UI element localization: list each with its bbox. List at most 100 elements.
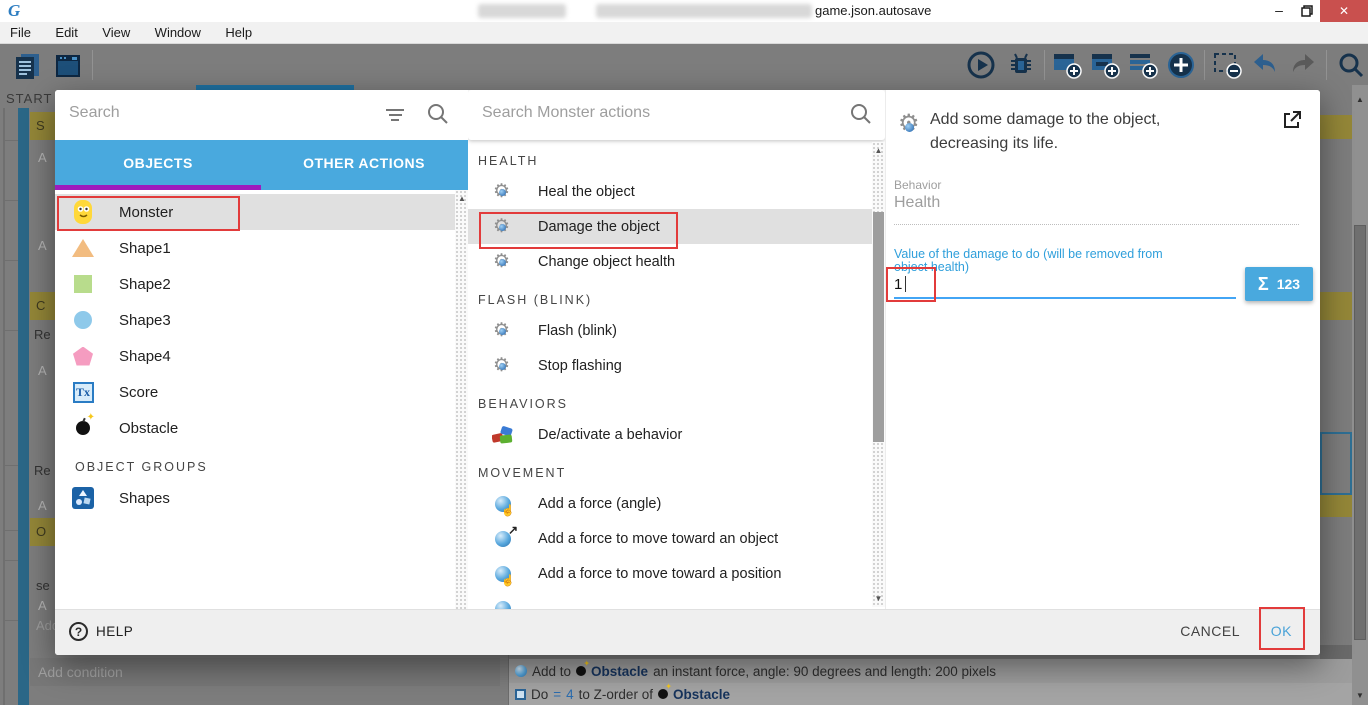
action-item-partial[interactable]	[468, 591, 872, 609]
add-circle-icon[interactable]	[1166, 50, 1196, 85]
action-row[interactable]: Add to ✦ Obstacle an instant force, angl…	[509, 659, 1352, 683]
scrollbar-thumb[interactable]	[1354, 225, 1366, 640]
objects-list: Monster Shape1 Shape2 Shape3 Shape4 Tx S…	[55, 190, 455, 516]
expression-123-label: 123	[1277, 276, 1300, 292]
close-button[interactable]: ✕	[1320, 0, 1368, 22]
action-item[interactable]: De/activate a behavior	[468, 417, 872, 452]
objects-search-box	[55, 90, 467, 140]
object-name: Obstacle	[591, 664, 648, 679]
objects-tab-bar: OBJECTS OTHER ACTIONS	[55, 140, 472, 190]
gear-icon: ⚙	[490, 182, 516, 202]
search-icon[interactable]	[850, 103, 872, 130]
force-icon: ☝	[490, 566, 516, 582]
action-item[interactable]: ☝ Add a force to move toward a position	[468, 556, 872, 591]
debug-icon[interactable]	[1006, 50, 1036, 85]
event-text-fragment: S	[36, 118, 45, 133]
pentagon-icon	[69, 347, 97, 366]
list-item-monster[interactable]: Monster	[55, 194, 455, 230]
menu-view[interactable]: View	[92, 22, 140, 40]
menu-window[interactable]: Window	[145, 22, 211, 40]
redo-icon[interactable]	[1288, 50, 1318, 85]
undo-icon[interactable]	[1250, 50, 1280, 85]
search-icon[interactable]	[427, 103, 449, 130]
section-header: BEHAVIORS	[468, 383, 872, 417]
help-button[interactable]: ? HELP	[69, 622, 133, 641]
action-text: Add to	[532, 664, 571, 679]
event-header-block	[1320, 292, 1352, 320]
scroll-up-icon[interactable]: ▲	[455, 194, 469, 203]
actions-search-input[interactable]	[480, 103, 820, 123]
action-item[interactable]: ↗ Add a force to move toward an object	[468, 521, 872, 556]
event-text-fragment: O	[36, 524, 46, 539]
remove-event-icon[interactable]	[1212, 50, 1244, 85]
list-item-score[interactable]: Tx Score	[55, 374, 455, 410]
help-icon: ?	[69, 622, 88, 641]
add-condition-label: Add condition	[38, 664, 123, 680]
action-item[interactable]: ☝ Add a force (angle)	[468, 486, 872, 521]
project-manager-icon[interactable]	[12, 50, 44, 87]
menu-edit[interactable]: Edit	[45, 22, 87, 40]
scroll-up-icon[interactable]: ▲	[1353, 95, 1367, 104]
scrollbar-thumb[interactable]	[873, 212, 884, 442]
list-item-shape1[interactable]: Shape1	[55, 230, 455, 266]
play-icon[interactable]	[966, 50, 996, 85]
menu-file[interactable]: File	[0, 22, 41, 40]
list-item-shapes-group[interactable]: Shapes	[55, 480, 455, 516]
add-comment-icon[interactable]	[1128, 50, 1160, 85]
actions-scrollbar[interactable]: ▲ ▼	[872, 142, 885, 607]
actions-panel: HEALTH ⚙ Heal the object ⚙ Damage the ob…	[468, 90, 885, 609]
behavior-field[interactable]: Health	[894, 194, 1299, 225]
force-icon: ☝	[490, 496, 516, 512]
expression-editor-button[interactable]: Σ 123	[1245, 267, 1313, 301]
add-subevent-icon[interactable]	[1090, 50, 1122, 85]
scroll-down-icon[interactable]: ▼	[1353, 691, 1367, 700]
bomb-icon: ✦	[69, 421, 97, 435]
event-text-fragment: C	[36, 298, 45, 313]
gear-icon: ⚙	[490, 217, 516, 237]
event-text-fragment: A	[38, 238, 47, 253]
objects-scrollbar[interactable]: ▲	[455, 190, 469, 609]
tab-objects[interactable]: OBJECTS	[55, 140, 261, 185]
list-item-shape3[interactable]: Shape3	[55, 302, 455, 338]
gear-icon: ⚙	[490, 321, 516, 341]
action-item-selected[interactable]: ⚙ Damage the object	[468, 209, 872, 244]
sigma-icon: Σ	[1258, 274, 1269, 295]
search-events-icon[interactable]	[1336, 50, 1366, 85]
scroll-down-icon[interactable]: ▼	[872, 594, 885, 603]
damage-value-input[interactable]	[894, 274, 1236, 299]
objects-search-input[interactable]	[67, 103, 367, 123]
event-text-fragment: Re	[34, 463, 51, 478]
force-icon	[490, 601, 516, 610]
operator: =	[553, 687, 561, 702]
force-toward-object-icon: ↗	[490, 531, 516, 547]
minimize-button[interactable]: –	[1266, 0, 1292, 22]
scroll-up-icon[interactable]: ▲	[872, 146, 885, 155]
cancel-button[interactable]: CANCEL	[1180, 623, 1240, 639]
menu-help[interactable]: Help	[215, 22, 262, 40]
action-item[interactable]: ⚙ Flash (blink)	[468, 313, 872, 348]
restore-button[interactable]	[1294, 0, 1320, 22]
section-header: FLASH (BLINK)	[468, 279, 872, 313]
ok-button[interactable]: OK	[1271, 623, 1292, 639]
action-item[interactable]: ⚙ Stop flashing	[468, 348, 872, 383]
action-detail-panel: ⚙ Add some damage to the object, decreas…	[885, 90, 1320, 609]
scene-editor-icon[interactable]	[52, 50, 84, 87]
action-item[interactable]: ⚙ Heal the object	[468, 174, 872, 209]
circle-icon	[69, 311, 97, 329]
filter-icon[interactable]	[385, 106, 405, 124]
add-event-icon[interactable]	[1052, 50, 1084, 85]
event-text-fragment: A	[38, 363, 47, 378]
list-item-obstacle[interactable]: ✦ Obstacle	[55, 410, 455, 446]
tab-other-actions[interactable]: OTHER ACTIONS	[261, 140, 467, 185]
list-item-shape2[interactable]: Shape2	[55, 266, 455, 302]
action-row[interactable]: Do = 4 to Z-order of ✦ Obstacle	[509, 683, 1352, 705]
object-group-icon	[69, 487, 97, 509]
action-label: Damage the object	[538, 219, 660, 235]
list-item-shape4[interactable]: Shape4	[55, 338, 455, 374]
action-item[interactable]: ⚙ Change object health	[468, 244, 872, 279]
monster-icon	[69, 199, 97, 225]
open-in-new-icon[interactable]	[1282, 110, 1302, 135]
action-description: ⚙ Add some damage to the object, decreas…	[898, 108, 1273, 156]
object-label: Shape1	[119, 240, 171, 257]
square-icon	[69, 275, 97, 293]
